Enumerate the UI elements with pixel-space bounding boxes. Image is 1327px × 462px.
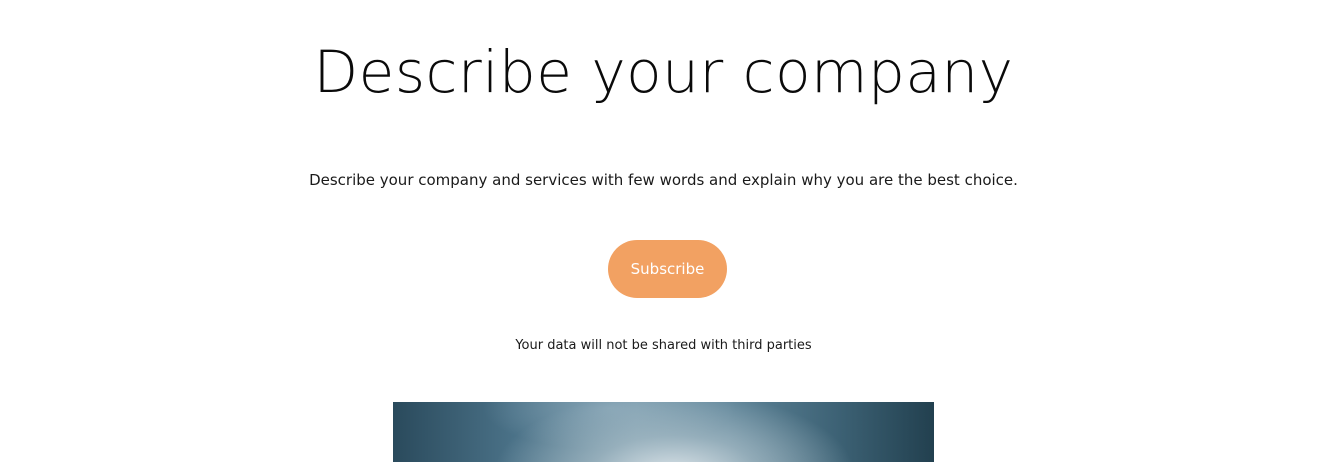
privacy-note: Your data will not be shared with third … (515, 338, 812, 353)
subscribe-button[interactable]: Subscribe (608, 240, 727, 298)
page-title: Describe your company (313, 38, 1014, 106)
hero-image (393, 402, 934, 462)
page: Describe your company Describe your comp… (0, 0, 1327, 462)
hero-description: Describe your company and services with … (309, 171, 1018, 189)
